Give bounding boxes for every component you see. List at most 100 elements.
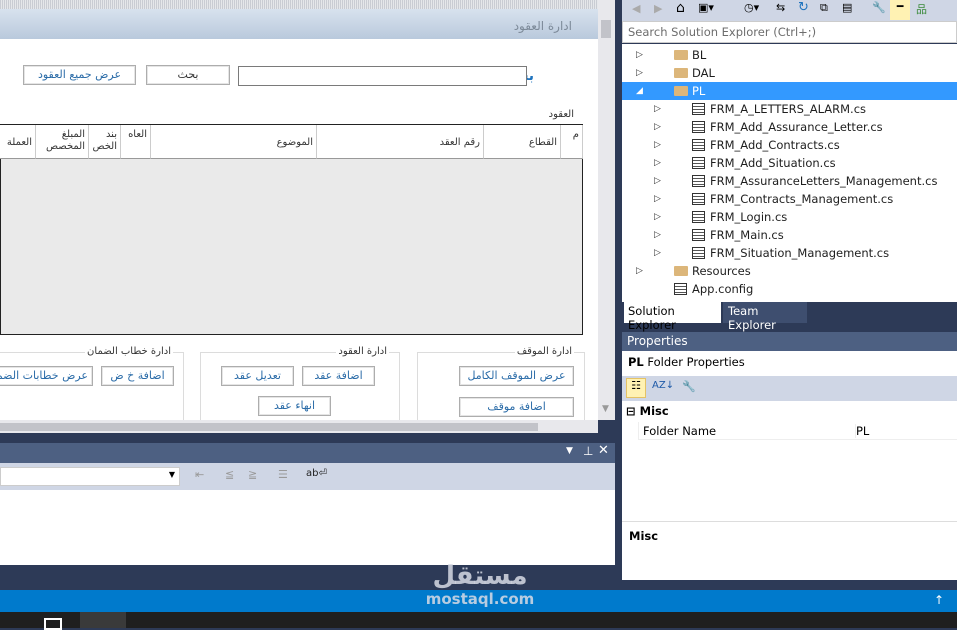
tree-item[interactable]: ▷ FRM_AssuranceLetters_Management.cs — [622, 172, 957, 190]
tree-item[interactable]: ▷ FRM_Login.cs — [622, 208, 957, 226]
visual-studio-taskbar-icon[interactable] — [80, 612, 126, 628]
expand-icon[interactable]: ▷ — [654, 154, 661, 172]
expand-icon[interactable]: ▷ — [654, 190, 661, 208]
previous-message-icon[interactable]: ≦ — [225, 468, 234, 481]
tree-item-label: FRM_Add_Situation.cs — [710, 156, 836, 170]
expand-icon[interactable]: ▷ — [654, 208, 661, 226]
home-icon[interactable]: ⌂ — [676, 0, 685, 16]
scroll-down-icon[interactable]: ▼ — [602, 404, 609, 414]
tree-item[interactable]: App.config — [622, 280, 957, 298]
clear-all-icon[interactable]: ☰ — [278, 468, 288, 481]
output-source-select[interactable]: ▼ — [0, 467, 180, 486]
expand-icon[interactable]: ▷ — [654, 100, 661, 118]
add-position-button[interactable]: اضافة موقف — [459, 397, 574, 417]
refresh-icon[interactable]: ↻ — [798, 0, 809, 15]
close-icon[interactable]: ✕ — [598, 443, 609, 458]
collapse-icon[interactable]: ⊟ — [626, 404, 636, 418]
tree-item-label: Resources — [692, 264, 751, 278]
expand-icon[interactable]: ▷ — [654, 136, 661, 154]
expand-icon[interactable]: ▷ — [654, 244, 661, 262]
expand-icon[interactable]: ▷ — [654, 118, 661, 136]
column-header[interactable]: الموضوع — [151, 125, 317, 159]
tree-item[interactable]: ▷ FRM_Contracts_Management.cs — [622, 190, 957, 208]
class-diagram-icon[interactable]: 品 — [916, 1, 927, 17]
contracts-grid[interactable]: م القطاع رقم العقد الموضوع العاه بند الخ… — [0, 124, 583, 335]
word-wrap-icon[interactable]: ab⏎ — [306, 468, 327, 479]
show-guarantees-button[interactable]: عرض خطابات الضمان — [0, 366, 93, 386]
solution-search-input[interactable]: Search Solution Explorer (Ctrl+;) — [622, 21, 957, 43]
preview-icon[interactable]: ━ — [890, 0, 910, 20]
tree-item-label: DAL — [692, 66, 715, 80]
property-row[interactable]: Folder Name PL — [638, 422, 957, 440]
property-pages-icon[interactable]: 🔧 — [682, 380, 696, 393]
column-header[interactable]: المبلغ المخصص — [36, 125, 89, 159]
edit-contract-button[interactable]: تعديل عقد — [221, 366, 294, 386]
tab-team-explorer[interactable]: Team Explorer — [723, 302, 807, 332]
vertical-scrollbar[interactable] — [598, 0, 615, 420]
sync-icon[interactable]: ⇆ — [776, 1, 785, 14]
contracts-group-title: العقود — [548, 109, 574, 120]
show-all-contracts-button[interactable]: عرض جميع العقود — [23, 65, 136, 85]
csharp-form-icon — [692, 211, 705, 223]
task-view-icon[interactable] — [44, 618, 62, 630]
explorer-tabs: Solution Explorer Team Explorer — [622, 302, 957, 332]
output-content[interactable] — [0, 490, 615, 565]
tree-item[interactable]: ▷ FRM_A_LETTERS_ALARM.cs — [622, 100, 957, 118]
expand-icon[interactable]: ▷ — [636, 64, 643, 82]
tree-item[interactable]: ▷ FRM_Situation_Management.cs — [622, 244, 957, 262]
find-message-icon[interactable]: ⇤ — [195, 468, 204, 481]
column-header[interactable]: العملة — [0, 125, 36, 159]
publish-arrow-icon[interactable]: ↑ — [934, 593, 944, 607]
taskbar — [0, 612, 957, 630]
chevron-down-icon: ▼ — [168, 470, 175, 479]
tree-item[interactable]: ▷ BL — [622, 46, 957, 64]
forward-icon[interactable]: ▶ — [654, 2, 662, 15]
tree-item[interactable]: ▷ FRM_Add_Assurance_Letter.cs — [622, 118, 957, 136]
show-all-files-icon[interactable]: ▤ — [842, 1, 852, 14]
collapse-all-icon[interactable]: ⧉ — [820, 1, 828, 15]
tab-solution-explorer[interactable]: Solution Explorer — [624, 302, 721, 332]
column-header[interactable]: م — [561, 125, 583, 159]
search-input[interactable] — [238, 66, 527, 86]
column-header[interactable]: القطاع — [484, 125, 561, 159]
expand-icon[interactable]: ▷ — [654, 226, 661, 244]
back-icon[interactable]: ◀ — [632, 2, 640, 15]
column-header[interactable]: العاه — [121, 125, 151, 159]
property-value[interactable]: PL — [855, 424, 869, 438]
tree-item[interactable]: ▷ FRM_Add_Contracts.cs — [622, 136, 957, 154]
expanded-icon[interactable]: ◢ — [636, 82, 643, 100]
tree-item[interactable]: ◢ PL — [622, 82, 957, 100]
document-tab[interactable]: ادارة العقود — [514, 19, 572, 33]
search-button[interactable]: بحث — [146, 65, 230, 85]
expand-icon[interactable]: ▷ — [636, 46, 643, 64]
properties-wrench-icon[interactable]: 🔧 — [872, 1, 886, 14]
horizontal-scroll-thumb[interactable] — [0, 423, 538, 431]
vertical-scroll-thumb[interactable] — [601, 20, 611, 38]
csharp-form-icon — [692, 121, 705, 133]
tree-item-label: FRM_Situation_Management.cs — [710, 246, 890, 260]
folder-icon — [674, 86, 688, 96]
dropdown-icon[interactable]: ▼ — [566, 446, 573, 456]
column-header[interactable]: بند الخص — [89, 125, 121, 159]
tree-item[interactable]: ▷ FRM_Main.cs — [622, 226, 957, 244]
tree-item[interactable]: ▷ FRM_Add_Situation.cs — [622, 154, 957, 172]
next-message-icon[interactable]: ≧ — [248, 468, 257, 481]
tree-item[interactable]: ▷ DAL — [622, 64, 957, 82]
show-full-position-button[interactable]: عرض الموقف الكامل — [459, 366, 574, 386]
switch-views-icon[interactable]: ▣▾ — [698, 1, 714, 14]
expand-icon[interactable]: ▷ — [654, 172, 661, 190]
tree-item[interactable]: ▷ Resources — [622, 262, 957, 280]
category-misc[interactable]: ⊟ Misc — [626, 404, 669, 418]
pending-changes-icon[interactable]: ◷▾ — [744, 1, 759, 14]
categorized-icon[interactable]: ☷ — [626, 378, 646, 398]
add-contract-button[interactable]: اضافة عقد — [302, 366, 375, 386]
folder-icon — [674, 266, 688, 276]
column-header[interactable]: رقم العقد — [317, 125, 484, 159]
add-guarantee-button[interactable]: اضافة خ ض — [101, 366, 174, 386]
properties-panel: PL Folder Properties ☷ AZ↓ 🔧 ⊟ Misc Fold… — [622, 351, 957, 580]
pin-icon[interactable]: ⊥ — [583, 444, 593, 458]
alphabetical-icon[interactable]: AZ↓ — [652, 380, 674, 391]
expand-icon[interactable]: ▷ — [636, 262, 643, 280]
csharp-form-icon — [692, 103, 705, 115]
end-contract-button[interactable]: انهاء عقد — [258, 396, 331, 416]
